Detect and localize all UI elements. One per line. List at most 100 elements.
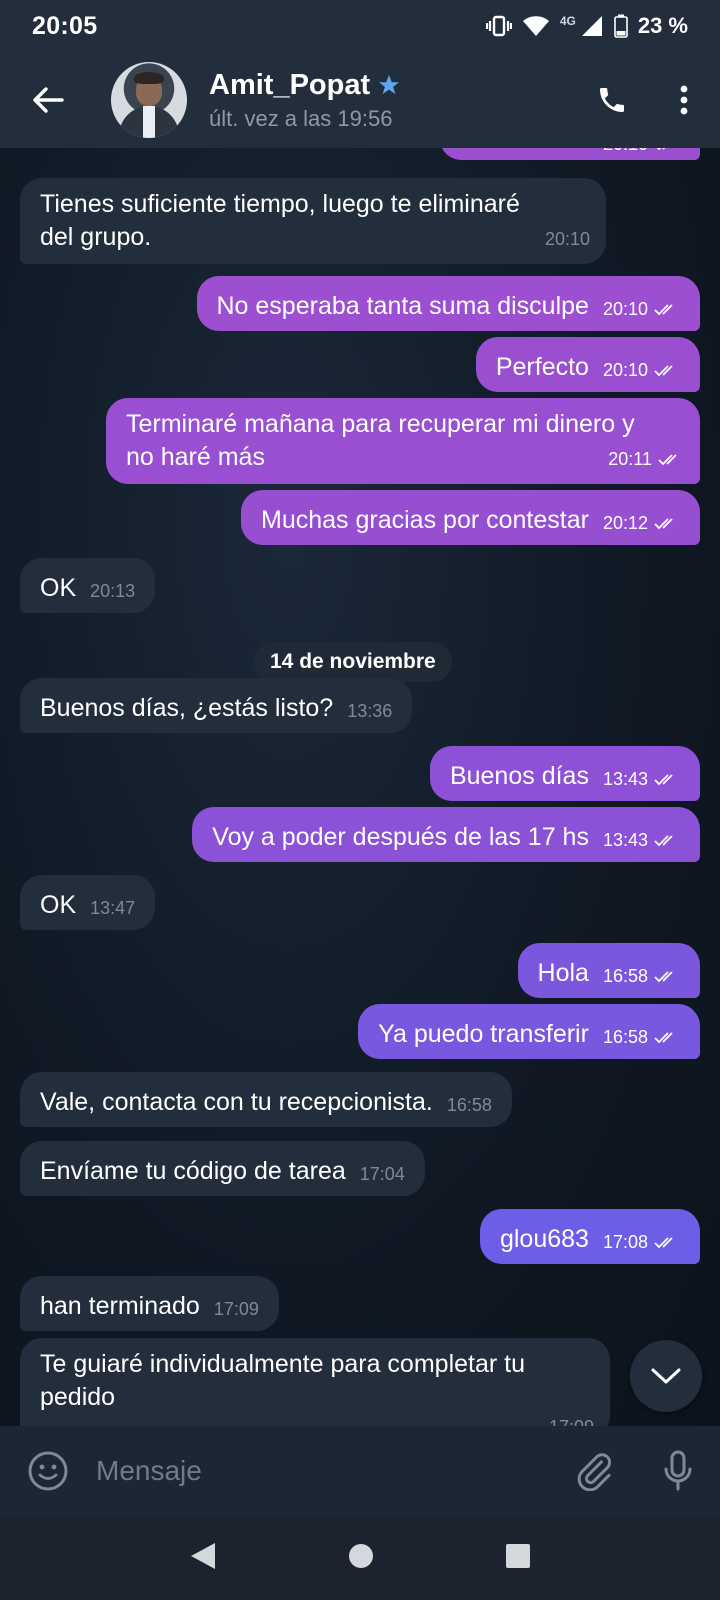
attach-button[interactable] — [552, 1426, 636, 1516]
emoji-icon — [28, 1451, 68, 1491]
scroll-down-button[interactable] — [630, 1340, 702, 1412]
message-outgoing[interactable]: Ya puedo transferir 16:58 — [358, 1004, 700, 1059]
message-incoming[interactable]: Buenos días, ¿estás listo? 13:36 — [20, 678, 413, 733]
message-text: Terminaré mañana para recuperar mi diner… — [126, 410, 635, 471]
message-time: 17:09 — [549, 1411, 594, 1426]
message-incoming[interactable]: Tienes suficiente tiempo, luego te elimi… — [20, 178, 606, 264]
message-time: 20:10 — [603, 148, 648, 161]
message-time: 16:58 — [602, 1027, 648, 1047]
chevron-down-icon — [651, 1368, 681, 1384]
phone-icon — [600, 88, 624, 112]
message-time: 20:10 — [602, 299, 648, 319]
message-outgoing[interactable]: Hola 16:58 — [517, 943, 700, 998]
message-time: 17:04 — [359, 1164, 405, 1184]
call-button[interactable] — [576, 52, 648, 148]
more-vert-icon — [680, 85, 688, 115]
message-text: Te guiaré individualmente para completar… — [40, 1350, 525, 1411]
message-time: 16:58 — [446, 1095, 492, 1115]
avatar[interactable] — [111, 62, 187, 138]
double-check-icon — [654, 834, 673, 846]
message-outgoing[interactable]: glou683 17:08 — [479, 1209, 700, 1264]
message-outgoing[interactable]: Perfecto 20:10 — [475, 337, 700, 392]
nav-home-icon — [349, 1543, 373, 1568]
nav-home-button[interactable] — [347, 1542, 375, 1575]
message-time: 20:13 — [90, 581, 136, 601]
system-nav-bar — [0, 1516, 720, 1600]
message-text: OK — [40, 891, 77, 919]
message-text: Buenos días, ¿estás listo? — [40, 694, 334, 722]
message-text: No esperaba tanta suma disculpe — [216, 292, 589, 320]
double-check-icon — [654, 773, 673, 785]
double-check-icon — [654, 303, 673, 315]
message-text: Buenos días — [449, 762, 589, 790]
contact-name: Amit_Popat — [209, 68, 371, 101]
message-text: Perfecto — [495, 353, 589, 381]
double-check-icon — [654, 1236, 673, 1248]
message-time: 16:58 — [602, 966, 648, 986]
message-text: Vale, contacta con tu recepcionista. — [40, 1088, 433, 1116]
nav-recents-button[interactable] — [505, 1543, 531, 1574]
message-text: Ya puedo transferir — [378, 1020, 589, 1048]
message-outgoing[interactable]: 20:10 — [440, 148, 700, 160]
nav-back-button[interactable] — [189, 1541, 217, 1576]
last-seen: últ. vez a las 19:56 — [209, 105, 393, 131]
message-time: 13:47 — [90, 898, 136, 918]
network-type: 4G — [559, 14, 576, 28]
status-time: 20:05 — [32, 11, 98, 40]
status-icons: 4G 23 % — [485, 13, 688, 39]
message-incoming[interactable]: han terminado 17:09 — [20, 1276, 279, 1331]
status-bar: 20:05 4G 23 % — [0, 0, 720, 52]
verified-star-icon — [379, 74, 400, 95]
back-button[interactable] — [0, 52, 96, 148]
back-arrow-icon — [33, 87, 64, 113]
message-outgoing[interactable]: Terminaré mañana para recuperar mi diner… — [106, 398, 700, 484]
emoji-button[interactable] — [0, 1426, 96, 1516]
message-outgoing[interactable]: No esperaba tanta suma disculpe 20:10 — [196, 276, 700, 331]
double-check-icon — [654, 364, 673, 376]
message-time: 17:08 — [602, 1232, 648, 1252]
mic-icon — [664, 1450, 692, 1491]
message-time: 13:43 — [602, 769, 648, 789]
contact-info[interactable]: Amit_Popat últ. vez a las 19:56 — [209, 69, 576, 132]
message-outgoing[interactable]: Voy a poder después de las 17 hs 13:43 — [192, 807, 700, 862]
date-separator: 14 de noviembre — [254, 642, 452, 682]
signal-icon — [581, 16, 602, 36]
nav-back-icon — [191, 1542, 215, 1569]
wifi-icon — [522, 16, 549, 36]
message-incoming[interactable]: Vale, contacta con tu recepcionista. 16:… — [20, 1072, 512, 1127]
composer — [0, 1426, 720, 1516]
message-text: Hola — [537, 959, 589, 987]
message-time: 20:10 — [544, 229, 590, 249]
message-text: OK — [40, 574, 77, 602]
double-check-icon — [657, 148, 665, 150]
message-incoming[interactable]: OK 13:47 — [20, 875, 156, 930]
chat-header: Amit_Popat últ. vez a las 19:56 — [0, 52, 720, 148]
vibrate-icon — [485, 15, 512, 37]
message-time: 17:09 — [213, 1299, 259, 1319]
message-incoming[interactable]: Envíame tu código de tarea 17:04 — [20, 1141, 425, 1196]
message-incoming[interactable]: Te guiaré individualmente para completar… — [20, 1338, 610, 1426]
message-text: Muchas gracias por contestar — [261, 506, 589, 534]
message-time: 20:12 — [602, 513, 648, 533]
message-time: 20:11 — [608, 449, 652, 469]
message-incoming[interactable]: OK 20:13 — [20, 558, 156, 613]
battery-percent: 23 % — [637, 13, 688, 38]
message-time: 20:10 — [602, 360, 648, 380]
message-text: glou683 — [499, 1225, 589, 1253]
message-time: 13:43 — [602, 830, 648, 850]
message-time: 13:36 — [347, 701, 393, 721]
more-options-button[interactable] — [648, 52, 720, 148]
double-check-icon — [654, 517, 673, 529]
double-check-icon — [654, 970, 673, 982]
message-outgoing[interactable]: Buenos días 13:43 — [429, 746, 700, 801]
nav-recents-icon — [506, 1543, 530, 1568]
message-text: han terminado — [40, 1292, 200, 1320]
message-outgoing[interactable]: Muchas gracias por contestar 20:12 — [241, 490, 700, 545]
double-check-icon — [654, 1031, 673, 1043]
message-list[interactable]: 20:10 Tienes suficiente tiempo, luego te… — [0, 148, 720, 1426]
message-text: Envíame tu código de tarea — [40, 1157, 346, 1185]
message-input[interactable] — [96, 1441, 552, 1501]
message-text: Voy a poder después de las 17 hs — [212, 823, 589, 851]
attach-icon — [577, 1453, 612, 1491]
mic-button[interactable] — [636, 1426, 720, 1516]
